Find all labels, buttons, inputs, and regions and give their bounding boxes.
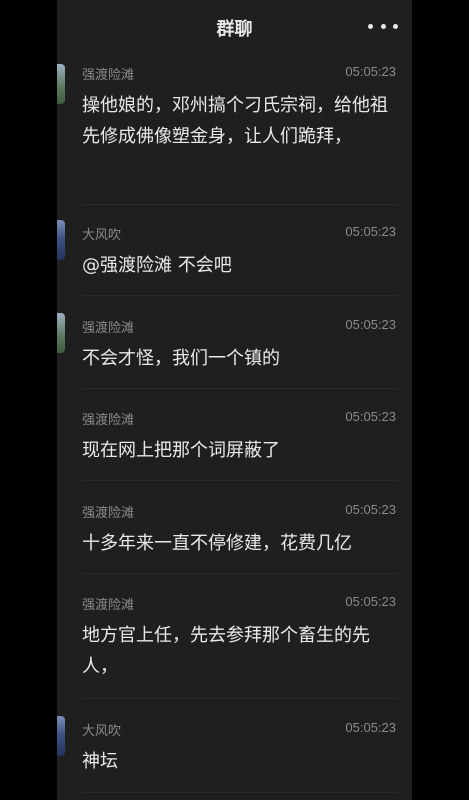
avatar[interactable]	[57, 313, 65, 353]
message-time: 05:05:23	[345, 594, 396, 609]
message-item[interactable]: 大风吹 05:05:23 神坛	[57, 716, 412, 780]
divider	[82, 295, 398, 296]
avatar[interactable]	[57, 716, 65, 756]
divider	[82, 388, 398, 389]
message-item[interactable]: 强渡险滩 05:05:23 不会才怪，我们一个镇的	[57, 313, 412, 377]
message-time: 05:05:23	[345, 502, 396, 517]
message-sender: 大风吹	[82, 724, 122, 739]
avatar[interactable]	[57, 220, 65, 260]
message-sender: 强渡险滩	[82, 506, 135, 521]
message-text: 神坛	[82, 751, 118, 772]
avatar[interactable]	[57, 64, 65, 104]
message-text: 不会才怪，我们一个镇的	[82, 348, 280, 369]
message-sender: 强渡险滩	[82, 321, 135, 336]
message-sender: 强渡险滩	[82, 413, 135, 428]
message-text: 十多年来一直不停修建，花费几亿	[82, 533, 352, 554]
divider	[82, 573, 398, 574]
message-item[interactable]: 强渡险滩 05:05:23 操他娘的，邓州搞个刁氏宗祠，给他祖先修成佛像塑金身，…	[57, 64, 412, 196]
divider	[82, 204, 398, 205]
message-item[interactable]: 强渡险滩 05:05:23 现在网上把那个词屏蔽了	[57, 409, 412, 469]
divider	[82, 792, 398, 793]
message-item[interactable]: 强渡险滩 05:05:23 地方官上任，先去参拜那个畜生的先人，	[57, 594, 412, 690]
message-text: 操他娘的，邓州搞个刁氏宗祠，给他祖先修成佛像塑金身，让人们跪拜，	[82, 95, 388, 147]
message-time: 05:05:23	[345, 317, 396, 332]
message-item[interactable]: 强渡险滩 05:05:23 十多年来一直不停修建，花费几亿	[57, 502, 412, 562]
message-sender: 强渡险滩	[82, 68, 135, 83]
message-time: 05:05:23	[345, 224, 396, 239]
message-text: 地方官上任，先去参拜那个畜生的先人，	[82, 625, 370, 677]
chat-screen: 群聊 强渡险滩 05:05:23 操他娘的，邓州搞个刁氏宗祠，给他祖先修成佛像塑…	[57, 0, 412, 800]
message-item[interactable]: 大风吹 05:05:23 @强渡险滩 不会吧	[57, 220, 412, 284]
message-time: 05:05:23	[345, 409, 396, 424]
more-horizontal-icon[interactable]	[368, 16, 398, 36]
divider	[82, 480, 398, 481]
message-time: 05:05:23	[345, 720, 396, 735]
message-sender: 大风吹	[82, 228, 122, 243]
message-text: @强渡险滩 不会吧	[82, 255, 232, 276]
chat-title: 群聊	[216, 19, 253, 40]
message-sender: 强渡险滩	[82, 598, 135, 613]
message-text: 现在网上把那个词屏蔽了	[82, 440, 280, 461]
chat-header: 群聊	[57, 0, 412, 52]
divider	[82, 698, 398, 699]
message-time: 05:05:23	[345, 64, 396, 79]
